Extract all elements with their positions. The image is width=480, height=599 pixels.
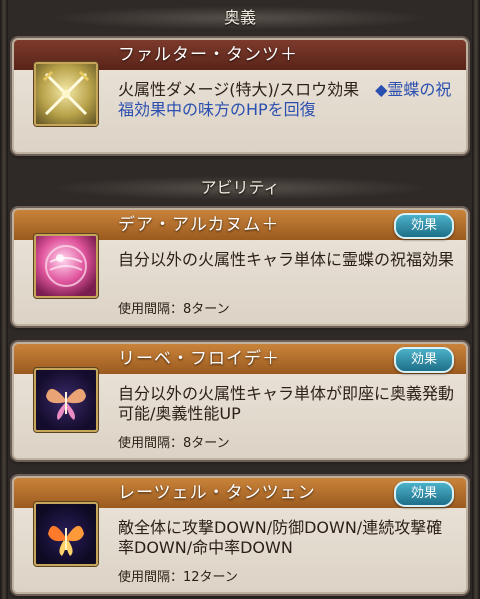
ability-card[interactable]: デア・アルカヌム＋ 効果 自分以外の火属性キャラ単体に霊蝶の祝福効果 使用間隔：… (12, 208, 468, 326)
ability-name: レーツェル・タンツェン (118, 483, 316, 503)
flame-butterfly-icon (34, 502, 98, 566)
crossed-swords-icon (34, 62, 98, 126)
ougi-section-header: 奥義 (8, 2, 472, 34)
ougi-card[interactable]: ファルター・タンツ＋ 火属性ダメージ(特大)/スロウ効果 ◆霊蝶の祝福効果中の味… (12, 38, 468, 154)
ability-card[interactable]: リーベ・フロイデ＋ 効果 自分以外の火属性キャラ単体が即座に奥義発動可能/奥義性… (12, 342, 468, 460)
ability-name: リーベ・フロイデ＋ (118, 349, 280, 369)
ability-description: 自分以外の火属性キャラ単体に霊蝶の祝福効果 (118, 250, 455, 269)
ability-description: 自分以外の火属性キャラ単体が即座に奥義発動可能/奥義性能UP (118, 384, 455, 423)
right-frame (472, 0, 480, 599)
ability-card[interactable]: レーツェル・タンツェン 効果 敵全体に攻撃DOWN/防御DOWN/連続攻撃確率D… (12, 476, 468, 594)
ability-description: 敵全体に攻撃DOWN/防御DOWN/連続攻撃確率DOWN/命中率DOWN (118, 518, 443, 557)
ougi-name: ファルター・タンツ＋ (118, 45, 298, 65)
ougi-description: 火属性ダメージ(特大)/スロウ効果 ◆霊蝶の祝福効果中の味方のHPを回復 (118, 80, 456, 120)
ability-name: デア・アルカヌム＋ (118, 215, 280, 235)
butterfly-icon (34, 368, 98, 432)
effect-button[interactable]: 効果 (394, 347, 454, 373)
ability-cooldown: 使用間隔：8ターン (118, 436, 230, 451)
left-frame (0, 0, 8, 599)
effect-button[interactable]: 効果 (394, 481, 454, 507)
ability-cooldown: 使用間隔：12ターン (118, 570, 238, 585)
ability-cooldown: 使用間隔：8ターン (118, 302, 230, 317)
pink-orb-icon (34, 234, 98, 298)
abilities-section-header: アビリティ (8, 172, 472, 204)
ougi-desc-main: 火属性ダメージ(特大)/スロウ効果 (118, 80, 376, 99)
effect-button[interactable]: 効果 (394, 213, 454, 239)
